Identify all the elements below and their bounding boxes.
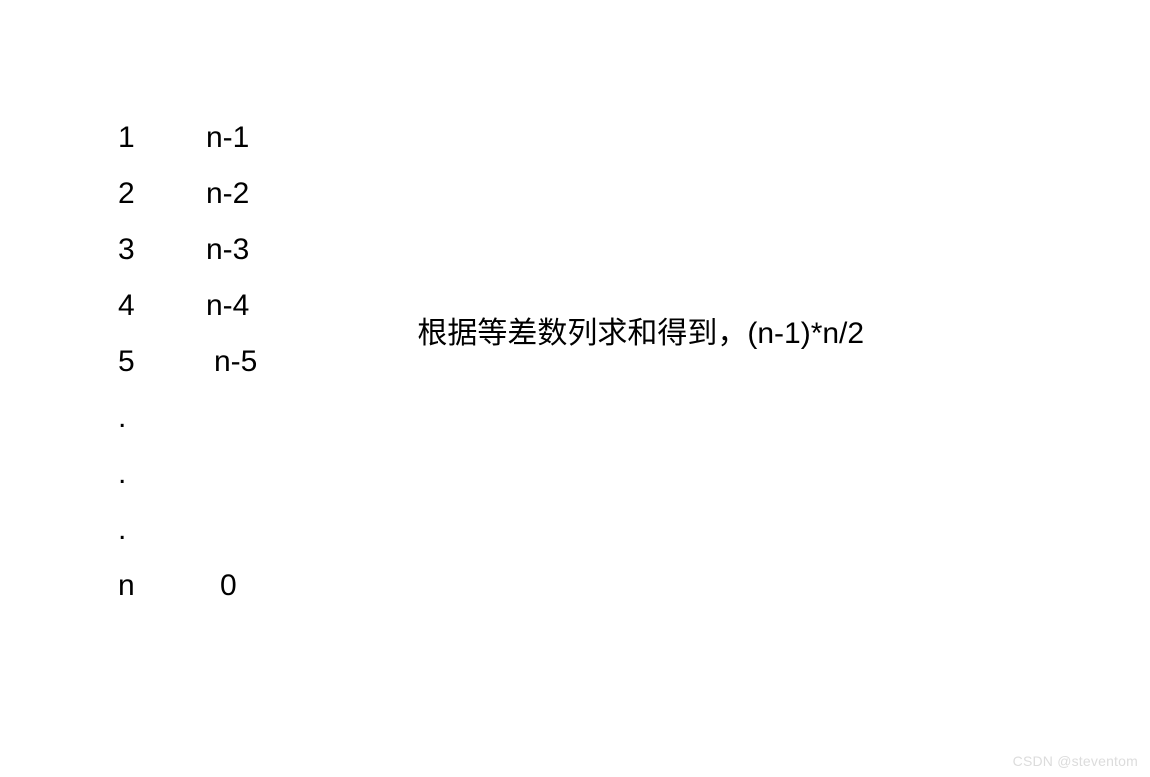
row-index: 4 [118,278,206,334]
row-index: 2 [118,166,206,222]
row-value: n-4 [206,278,249,334]
table-row: 4 n-4 [118,278,257,334]
arithmetic-table: 1 n-1 2 n-2 3 n-3 4 n-4 5 n-5 . . . n 0 [118,110,257,614]
row-index: n [118,558,206,614]
row-value: n-3 [206,222,249,278]
row-value: n-2 [206,166,249,222]
ellipsis-dot: . [118,446,257,502]
document-content: 1 n-1 2 n-2 3 n-3 4 n-4 5 n-5 . . . n 0 … [0,0,1150,614]
explanation-text: 根据等差数列求和得到，(n-1)*n/2 [417,308,864,352]
table-row: 3 n-3 [118,222,257,278]
row-index: 5 [118,334,206,390]
watermark: CSDN @steventom [1013,753,1138,769]
table-row: 1 n-1 [118,110,257,166]
table-row: n 0 [118,558,257,614]
ellipsis-dot: . [118,502,257,558]
row-value: n-1 [206,110,249,166]
row-value: 0 [206,558,237,614]
table-row: 2 n-2 [118,166,257,222]
row-index: 3 [118,222,206,278]
row-index: 1 [118,110,206,166]
ellipsis-dot: . [118,390,257,446]
table-row: 5 n-5 [118,334,257,390]
row-value: n-5 [206,334,257,390]
